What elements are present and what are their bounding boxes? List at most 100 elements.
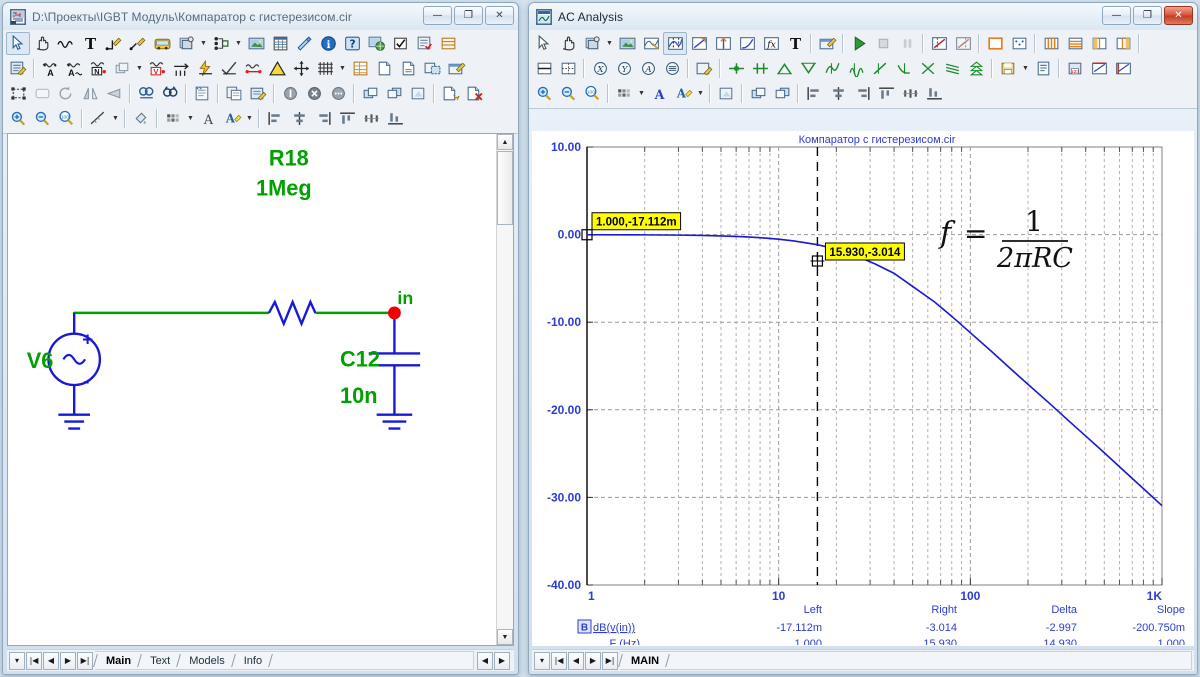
y-axis-icon[interactable]: Y: [612, 57, 636, 80]
zoom-level-icon[interactable]: 100: [580, 82, 604, 105]
maximize-button[interactable]: ❐: [454, 6, 483, 25]
split-right-icon[interactable]: [1111, 32, 1135, 55]
wire-draw-icon[interactable]: [102, 32, 126, 55]
bus-icon[interactable]: [150, 32, 174, 55]
fit-horizontal-icon[interactable]: [1087, 57, 1111, 80]
bring-front-icon[interactable]: [358, 82, 382, 105]
scroll-down-button[interactable]: ▼: [497, 629, 513, 645]
window-layout-icon[interactable]: [420, 57, 444, 80]
delete-page-icon[interactable]: [462, 82, 486, 105]
x-axis-icon[interactable]: X: [588, 57, 612, 80]
close-button[interactable]: ✕: [1164, 6, 1193, 25]
properties-icon[interactable]: [815, 32, 839, 55]
cursor-next-data-icon[interactable]: [892, 57, 916, 80]
mirror-vertical-icon[interactable]: [78, 82, 102, 105]
notepad-icon[interactable]: [190, 82, 214, 105]
color-palette-dropdown-icon[interactable]: ▼: [636, 82, 647, 105]
current-arrow-icon[interactable]: [169, 57, 193, 80]
schematic-vscrollbar[interactable]: ▲ ▼: [496, 134, 513, 645]
schematic-canvas[interactable]: + - R18 1Meg V6 C12 10n in ▲ ▼: [7, 133, 514, 646]
minimize-button[interactable]: —: [423, 6, 452, 25]
align-bottom-icon[interactable]: [383, 107, 407, 130]
plot-points-icon[interactable]: [1007, 32, 1031, 55]
cursor-peak-icon[interactable]: [724, 57, 748, 80]
schematic-tabbar[interactable]: ▾ |◀ ◀ ▶ ▶| Main Text Models Info ◀ ▶: [7, 649, 514, 671]
page-table-icon[interactable]: [348, 57, 372, 80]
tab-first-button[interactable]: |◀: [26, 651, 42, 670]
warning-triangle-icon[interactable]: [265, 57, 289, 80]
disable-icon[interactable]: [278, 82, 302, 105]
tab-first-button[interactable]: |◀: [551, 651, 567, 670]
hscroll-right-button[interactable]: ▶: [494, 651, 510, 670]
color-palette-icon[interactable]: [161, 107, 185, 130]
rotate-icon[interactable]: [54, 82, 78, 105]
fit-vertical-icon[interactable]: [1111, 57, 1135, 80]
tab-prev-button[interactable]: ◀: [568, 651, 584, 670]
stack-dropdown-icon[interactable]: ▼: [134, 57, 145, 80]
flag-mark-icon[interactable]: [292, 32, 316, 55]
cursor-inflection-icon[interactable]: [820, 57, 844, 80]
auto-scale-icon[interactable]: A: [636, 57, 660, 80]
node-voltage-text-icon[interactable]: A: [62, 57, 86, 80]
cursor-mode-icon[interactable]: [663, 32, 687, 55]
table-grid-icon[interactable]: [268, 32, 292, 55]
send-back-icon[interactable]: [382, 82, 406, 105]
find-next-icon[interactable]: [158, 82, 182, 105]
add-page-icon[interactable]: [438, 82, 462, 105]
remove-cursor-icon[interactable]: [951, 32, 975, 55]
tab-menu-button[interactable]: ▾: [9, 651, 25, 670]
zoom-out-icon[interactable]: [556, 82, 580, 105]
align-center-icon[interactable]: [826, 82, 850, 105]
align-left-icon[interactable]: [263, 107, 287, 130]
zoom-in-icon[interactable]: [532, 82, 556, 105]
scale-object-icon[interactable]: [6, 82, 30, 105]
scale-x-icon[interactable]: [687, 32, 711, 55]
grid-lines-icon[interactable]: [556, 57, 580, 80]
cursor-tree-icon[interactable]: [964, 57, 988, 80]
tab-prev-button[interactable]: ◀: [43, 651, 59, 670]
grid-icon[interactable]: [313, 57, 337, 80]
node-tree-icon[interactable]: [209, 32, 233, 55]
node-name-text-icon[interactable]: A: [38, 57, 62, 80]
hscroll-left-button[interactable]: ◀: [477, 651, 493, 670]
bode-plot-chart[interactable]: Компаратор с гистерезисом.cir 10.00 0.00 -…: [532, 131, 1194, 645]
cursor-all-branches-icon[interactable]: [940, 57, 964, 80]
function-fx-icon[interactable]: fx: [759, 32, 783, 55]
condition-check-icon[interactable]: [217, 57, 241, 80]
highlight-dropdown-icon[interactable]: ▼: [695, 82, 706, 105]
tab-next-button[interactable]: ▶: [585, 651, 601, 670]
tab-last-button[interactable]: ▶|: [602, 651, 618, 670]
find-icon[interactable]: [134, 82, 158, 105]
bring-front-icon[interactable]: [746, 82, 770, 105]
analysis-tabbar[interactable]: ▾ |◀ ◀ ▶ ▶| MAIN: [532, 649, 1194, 671]
check-list-icon[interactable]: [412, 32, 436, 55]
cursor-crossing-icon[interactable]: [916, 57, 940, 80]
group-icon[interactable]: [714, 82, 738, 105]
horizontal-line-icon[interactable]: [532, 57, 556, 80]
help-question-icon[interactable]: ?: [340, 32, 364, 55]
font-color-icon[interactable]: A: [196, 107, 220, 130]
distribute-horizontal-icon[interactable]: [359, 107, 383, 130]
add-cursor-icon[interactable]: [927, 32, 951, 55]
delete-circle-icon[interactable]: [302, 82, 326, 105]
checkbox-icon[interactable]: [388, 32, 412, 55]
ac-analysis-plot-area[interactable]: Компаратор с гистерезисом.cir 10.00 0.00 -…: [532, 131, 1194, 646]
color-palette-icon[interactable]: [612, 82, 636, 105]
edit-attribute-icon[interactable]: [6, 57, 30, 80]
edit-plot-icon[interactable]: [692, 57, 716, 80]
info-icon[interactable]: i: [316, 32, 340, 55]
new-page-icon[interactable]: [372, 57, 396, 80]
web-help-icon[interactable]: [364, 32, 388, 55]
mirror-horizontal-icon[interactable]: [102, 82, 126, 105]
ac-analysis-window[interactable]: AC Analysis — ❐ ✕ ▼ fx T X Y A ▼ 123 100…: [528, 2, 1198, 675]
component-dropdown-icon[interactable]: ▼: [604, 32, 615, 55]
color-palette-dropdown-icon[interactable]: ▼: [185, 107, 196, 130]
align-center-icon[interactable]: [287, 107, 311, 130]
curve-fit-icon[interactable]: [735, 32, 759, 55]
list-lines-icon[interactable]: [436, 32, 460, 55]
scope-select-icon[interactable]: [639, 32, 663, 55]
stack-layers-icon[interactable]: [110, 57, 134, 80]
send-back-icon[interactable]: [770, 82, 794, 105]
zoom-level-icon[interactable]: 100: [54, 107, 78, 130]
distribute-horizontal-icon[interactable]: [898, 82, 922, 105]
